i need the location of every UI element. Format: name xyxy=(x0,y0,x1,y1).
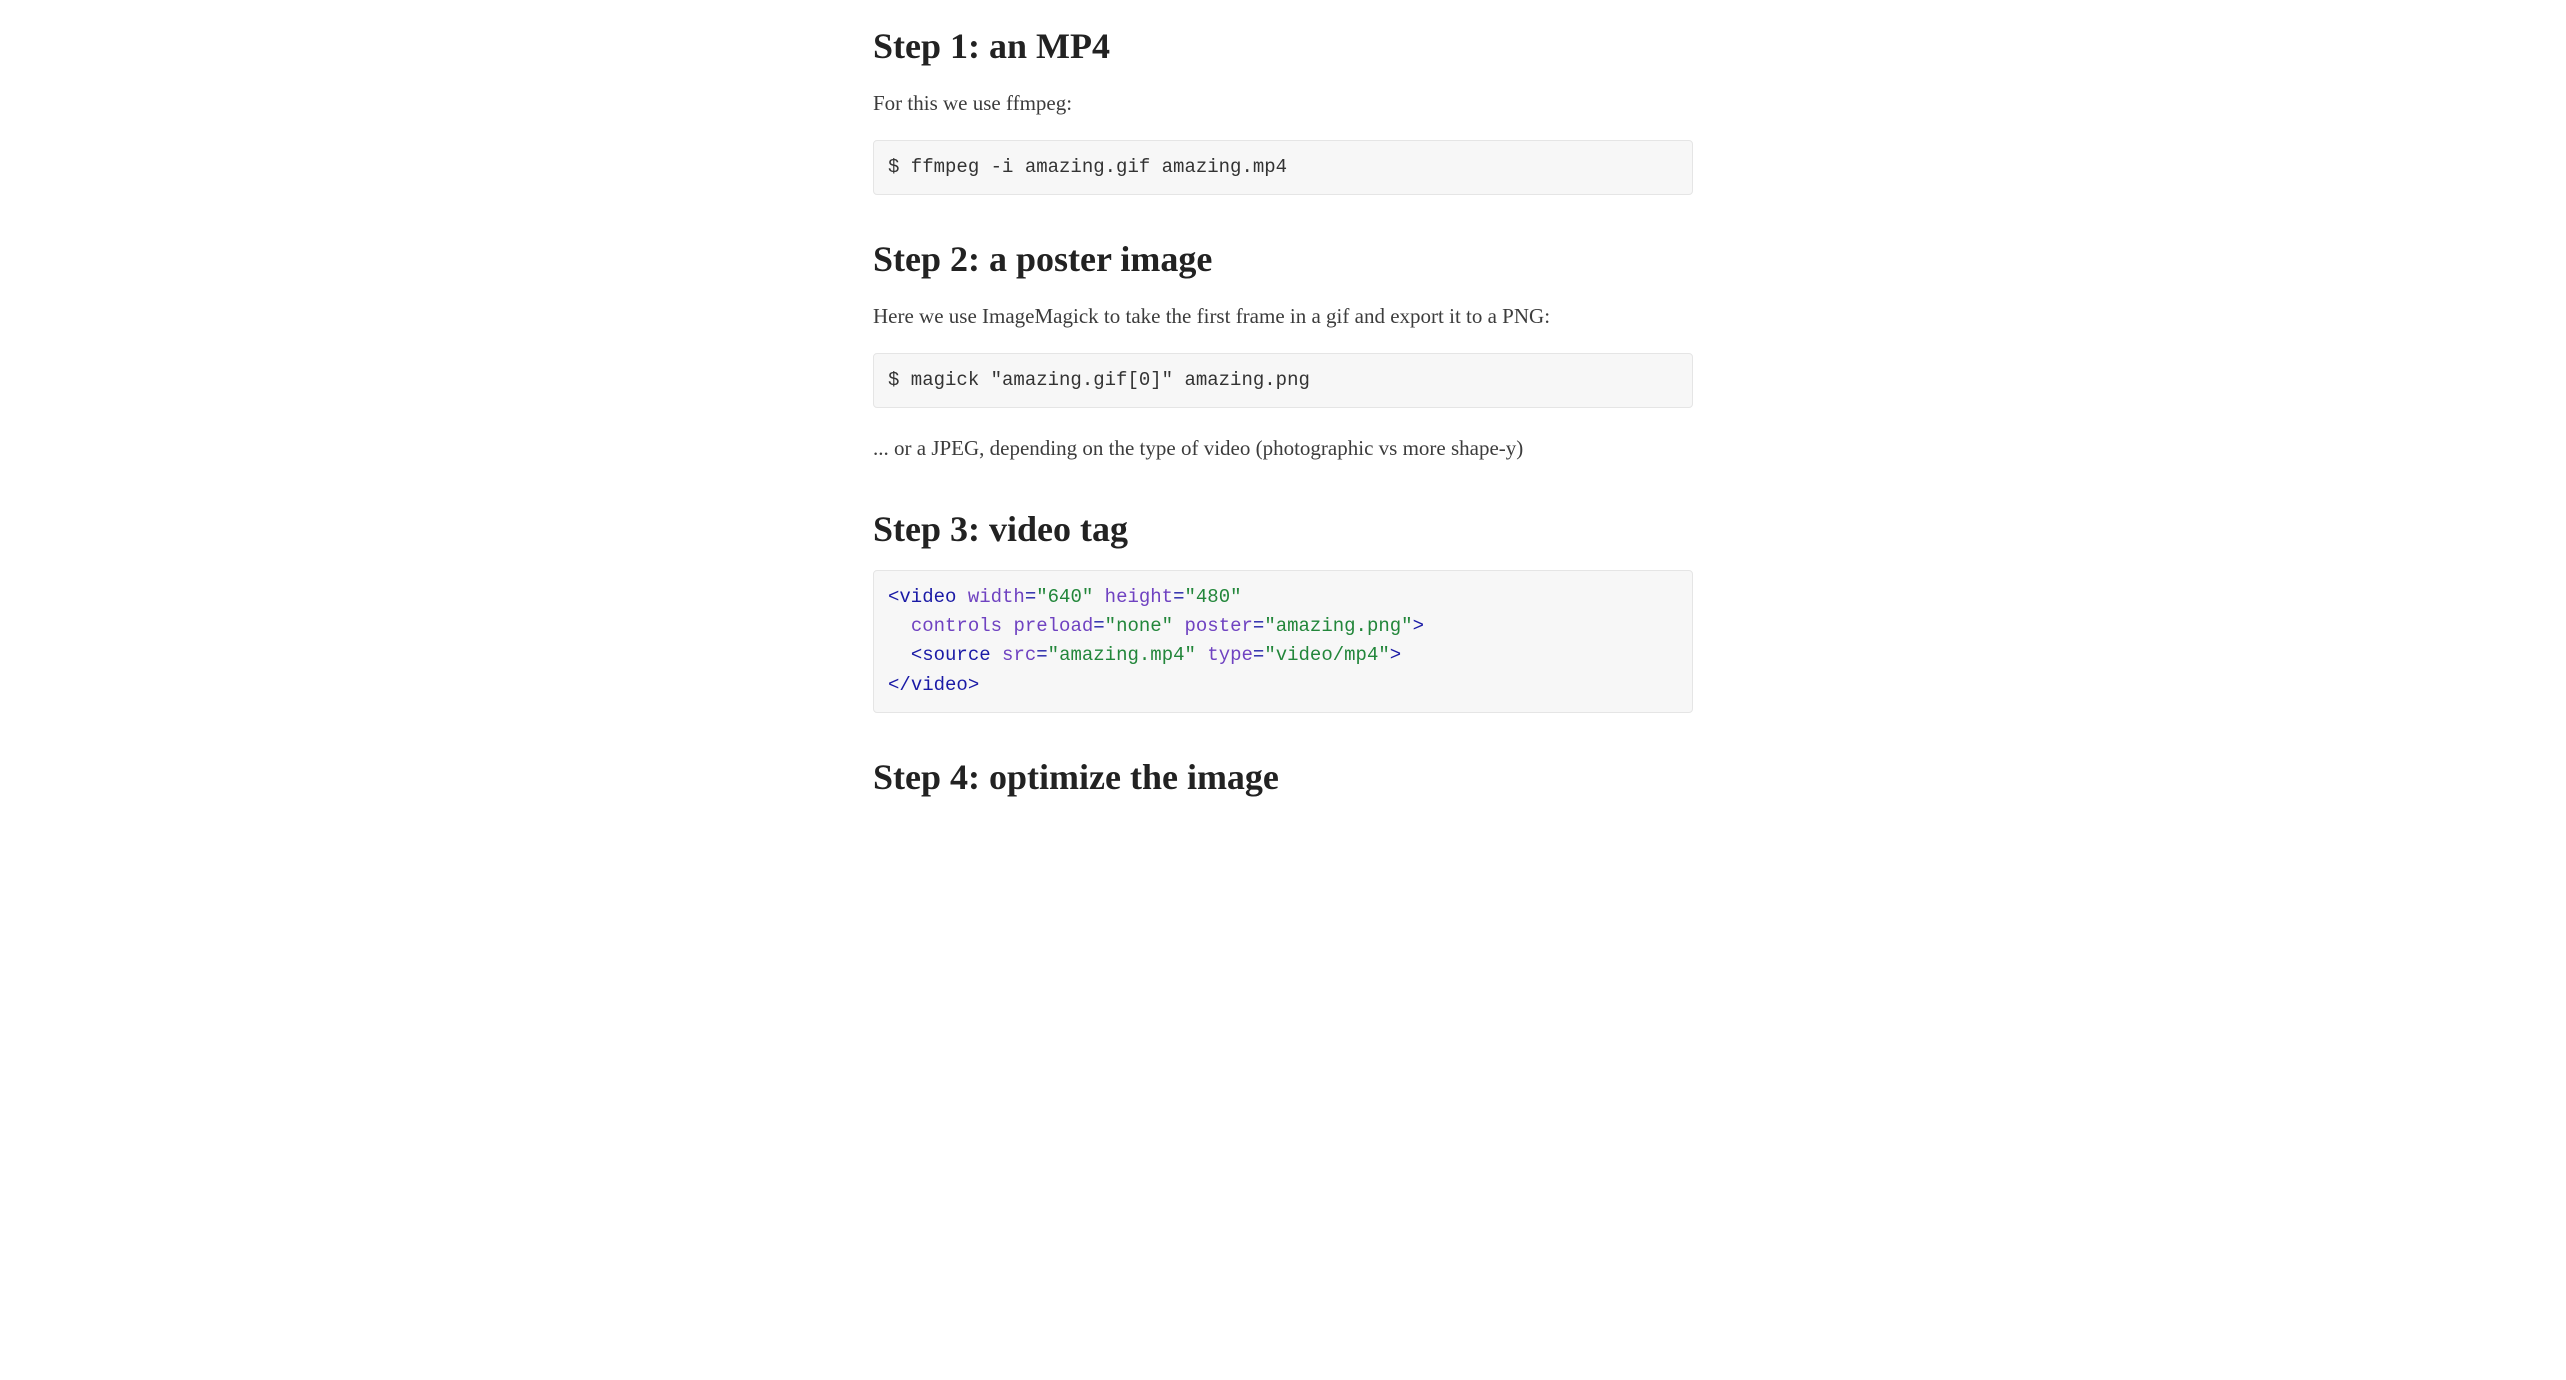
step3-heading: Step 3: video tag xyxy=(873,507,1693,552)
step2-code: $ magick "amazing.gif[0]" amazing.png xyxy=(888,369,1310,391)
article-body: Step 1: an MP4 For this we use ffmpeg: $… xyxy=(853,0,1713,858)
step2-intro: Here we use ImageMagick to take the firs… xyxy=(873,300,1693,333)
step2-code-block: $ magick "amazing.gif[0]" amazing.png xyxy=(873,353,1693,408)
step3-code-block: <video width="640" height="480" controls… xyxy=(873,570,1693,714)
step1-code: $ ffmpeg -i amazing.gif amazing.mp4 xyxy=(888,156,1287,178)
step4-heading: Step 4: optimize the image xyxy=(873,755,1693,800)
step1-intro: For this we use ffmpeg: xyxy=(873,87,1693,120)
step1-code-block: $ ffmpeg -i amazing.gif amazing.mp4 xyxy=(873,140,1693,195)
step2-outro: ... or a JPEG, depending on the type of … xyxy=(873,432,1693,465)
step1-heading: Step 1: an MP4 xyxy=(873,24,1693,69)
step3-code: <video width="640" height="480" controls… xyxy=(888,586,1424,696)
step2-heading: Step 2: a poster image xyxy=(873,237,1693,282)
